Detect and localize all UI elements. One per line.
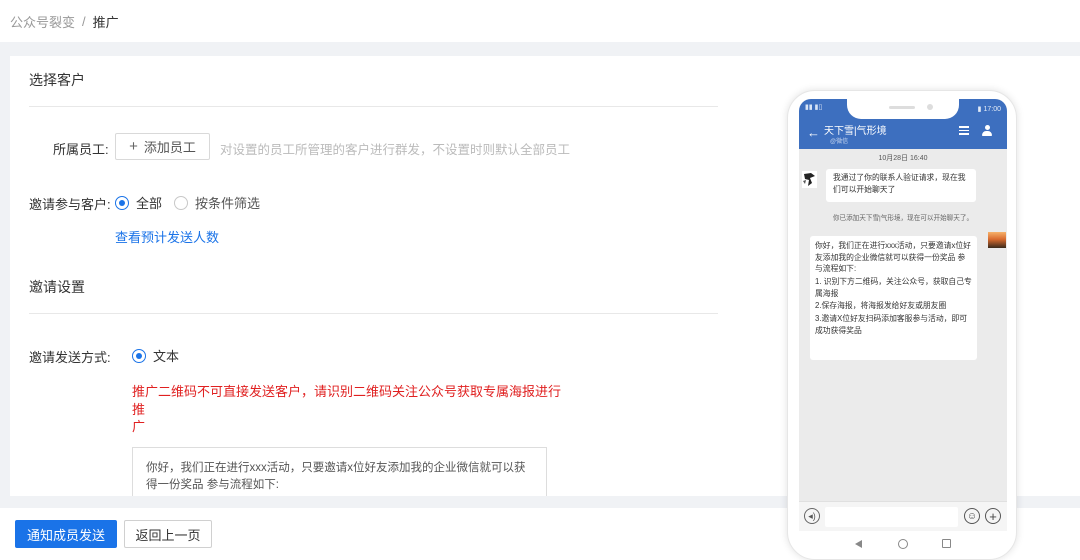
radio-filter[interactable]: 按条件筛选 [174,193,260,212]
breadcrumb-current: 推广 [92,14,119,30]
divider [29,106,718,107]
system-message: 你已添加天下雪|气形境，现在可以开始聊天了。 [832,215,974,222]
add-staff-label: 添加员工 [143,140,196,155]
radio-text[interactable]: 文本 [132,346,179,365]
plus-icon[interactable]: + [985,508,1001,524]
radio-dot [132,348,146,363]
nav-recent-icon[interactable] [942,539,951,548]
status-time: ▮ 17:00 [977,106,1001,113]
breadcrumb: 公众号裂变 / 推广 [0,0,1080,42]
chat-subtitle: @微信 [830,139,849,145]
chat-input[interactable] [825,507,958,527]
divider [29,313,718,314]
chat-line: 3.邀请X位好友扫码添加客服参与活动，即可成功获得奖品 [815,314,968,335]
contact-avatar [802,171,817,188]
section-title-invite-settings: 邀请设置 [29,279,85,295]
plus-icon: + [129,138,138,155]
phone-notch [847,99,959,119]
warning-text-line2: 广 [132,419,146,434]
nav-back-icon[interactable] [855,540,862,548]
breadcrumb-parent[interactable]: 公众号裂变 [10,12,75,31]
chat-bubble-received: 我通过了你的联系人验证请求，现在我们可以开始聊天了 [826,169,976,202]
phone-preview: ▮▮ ▮▯ ▮ 17:00 ← 天下雪|气形境 @微信 10月28日 16:40… [787,90,1017,560]
chat-line: 你好，我们正在进行xxx活动，只要邀请x位好友添加我的企业微信就可以获得一份奖品… [815,241,971,274]
method-label: 邀请发送方式: [29,350,111,365]
radio-all[interactable]: 全部 [115,193,162,212]
chat-title: 天下雪|气形境 [824,126,887,137]
warning-text-line1: 推广二维码不可直接发送客户，请识别二维码关注公众号获取专属海报进行推 [132,384,562,418]
chat-input-bar: ◂) ☺ + [799,501,1007,531]
radio-filter-label: 按条件筛选 [195,196,261,211]
emoji-icon[interactable]: ☺ [964,508,980,524]
chat-line: 1. 识别下方二维码，关注公众号，获取自己专属海报 [815,277,972,298]
chat-time: 10月28日 16:40 [878,155,928,162]
staff-label: 所属员工: [53,142,109,157]
radio-all-label: 全部 [136,196,163,211]
radio-dot [115,195,129,210]
customer-label: 邀请参与客户: [29,197,111,212]
back-button[interactable]: 返回上一页 [124,520,212,548]
chat-bubble-sent: 你好，我们正在进行xxx活动，只要邀请x位好友添加我的企业微信就可以获得一份奖品… [810,236,977,360]
staff-hint: 对设置的员工所管理的客户进行群发，不设置时则默认全部员工 [220,143,571,157]
user-icon[interactable] [982,125,992,136]
phone-nav-bar [799,531,1007,559]
section-title-select-customer: 选择客户 [29,72,85,88]
notify-send-button[interactable]: 通知成员发送 [15,520,117,548]
nav-home-icon[interactable] [898,539,908,549]
add-staff-button[interactable]: + 添加员工 [115,133,210,160]
preview-count-link[interactable]: 查看预计发送人数 [115,227,219,246]
radio-dot [174,195,188,210]
chat-line: 2.保存海报，将海报发给好友或朋友圈 [815,301,947,311]
voice-icon[interactable]: ◂) [804,508,820,524]
message-preview-box[interactable]: 你好，我们正在进行xxx活动，只要邀请x位好友添加我的企业微信就可以获得一份奖品… [132,447,547,496]
status-signal: ▮▮ ▮▯ [805,104,823,111]
radio-text-label: 文本 [153,349,180,364]
back-arrow-icon[interactable]: ← [807,125,820,140]
message-preview-text: 你好，我们正在进行xxx活动，只要邀请x位好友添加我的企业微信就可以获得一份奖品… [146,462,526,491]
phone-screen: ▮▮ ▮▯ ▮ 17:00 ← 天下雪|气形境 @微信 10月28日 16:40… [799,99,1007,559]
self-avatar [988,232,1006,248]
menu-icon[interactable] [959,126,969,135]
breadcrumb-separator: / [82,13,86,29]
